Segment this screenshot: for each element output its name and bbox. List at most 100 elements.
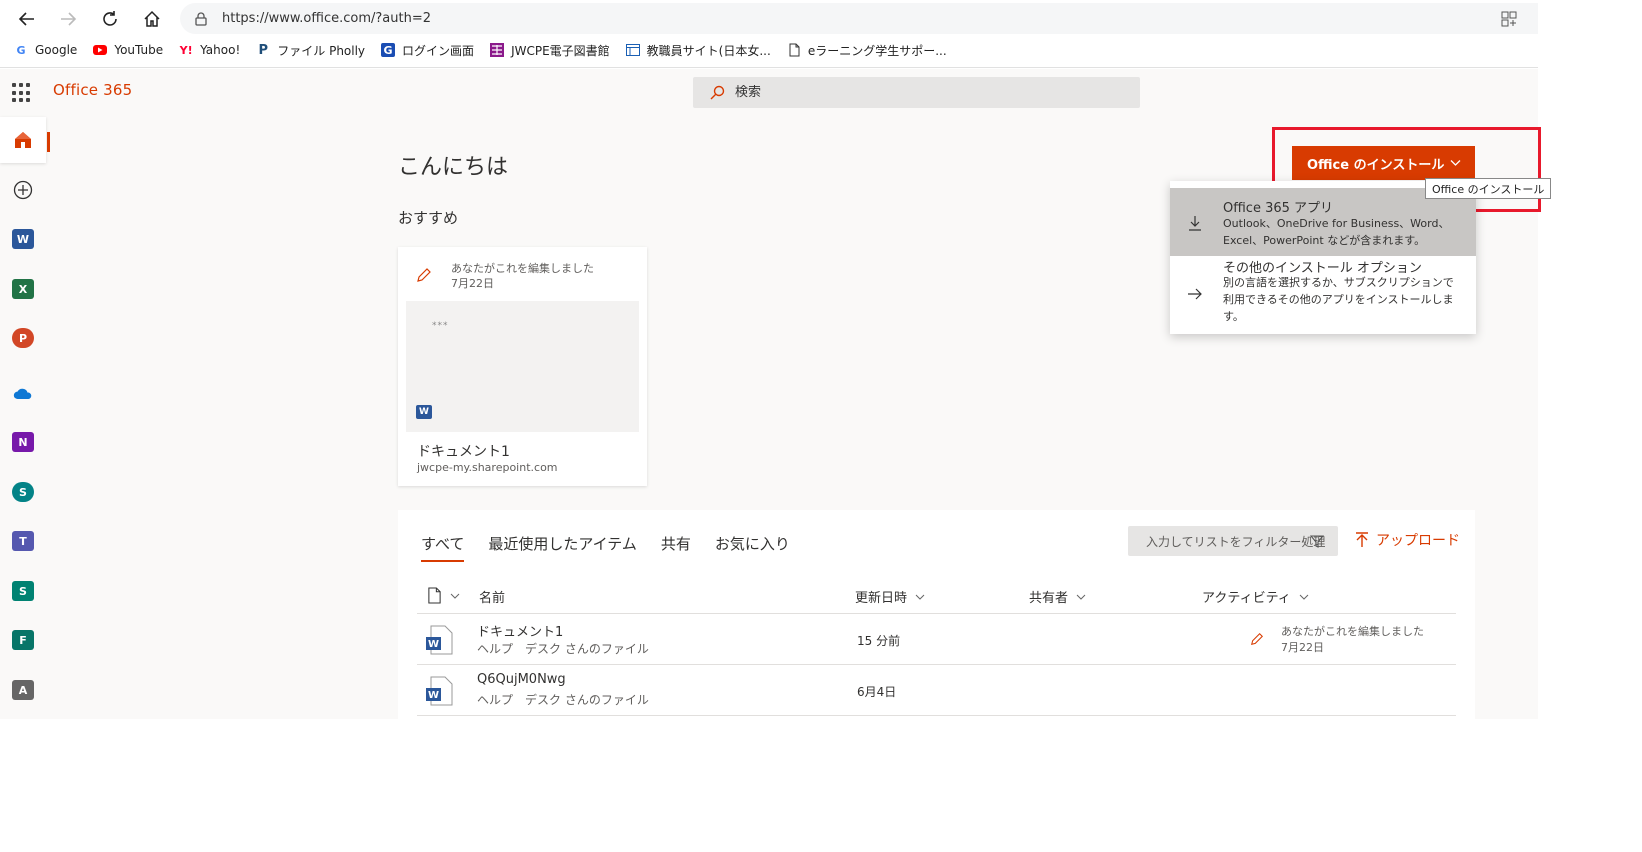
- rail-create[interactable]: [0, 167, 46, 213]
- tab-recent[interactable]: 最近使用したアイテム: [488, 533, 637, 562]
- file-type-icon: [428, 587, 441, 604]
- collections-icon[interactable]: [1500, 10, 1518, 28]
- back-arrow-icon: [18, 12, 34, 26]
- rail-forms[interactable]: F: [0, 617, 46, 663]
- file-tabs: すべて 最近使用したアイテム 共有 お気に入り: [421, 533, 814, 562]
- tab-shared[interactable]: 共有: [661, 533, 691, 562]
- file-owner: ヘルプ デスク さんのファイル: [477, 693, 649, 707]
- address-bar[interactable]: https://www.office.com/?auth=2: [180, 3, 1538, 34]
- onenote-icon: N: [12, 432, 34, 452]
- bookmark-staff-site[interactable]: 教職員サイト(日本女...: [625, 42, 771, 59]
- back-button[interactable]: [12, 6, 42, 32]
- table-row[interactable]: W Q6QujM0Nwg ヘルプ デスク さんのファイル 6月4日: [417, 665, 1456, 716]
- rail-sharepoint[interactable]: S: [0, 469, 46, 515]
- filter-input[interactable]: 入力してリストをフィルター処理: [1128, 526, 1338, 556]
- thumbnail-text: ***: [432, 321, 449, 331]
- recommended-card[interactable]: あなたがこれを編集しました 7月22日 *** W ドキュメント1 jwcpe-…: [398, 247, 647, 486]
- menu-item-title: Office 365 アプリ: [1223, 201, 1334, 216]
- search-icon: [710, 85, 725, 99]
- card-document-title[interactable]: ドキュメント1: [417, 441, 510, 461]
- bookmark-library[interactable]: JWCPE電子図書館: [490, 42, 610, 59]
- teams-icon: T: [12, 531, 34, 551]
- bookmarks-bar: G Google YouTube Y! Yahoo! P ファイル Pholly…: [0, 38, 963, 62]
- name-column[interactable]: 名前: [479, 587, 505, 606]
- shared-by-column[interactable]: 共有者: [1029, 587, 1086, 606]
- brand-title[interactable]: Office 365: [53, 81, 132, 99]
- page-icon: [787, 43, 801, 57]
- bookmark-google[interactable]: G Google: [14, 43, 77, 57]
- upload-icon: [1356, 532, 1368, 547]
- rail-excel[interactable]: X: [0, 266, 46, 312]
- rail-home[interactable]: [0, 117, 50, 163]
- rail-teams[interactable]: T: [0, 518, 46, 564]
- svg-text:W: W: [428, 690, 439, 701]
- bookmark-elearning[interactable]: eラーニング学生サポー...: [787, 42, 947, 59]
- file-activity: あなたがこれを編集しました: [1281, 625, 1424, 638]
- rail-sway[interactable]: S: [0, 568, 46, 614]
- app-launcher-icon[interactable]: [12, 83, 32, 103]
- table-row[interactable]: W ドキュメント1 ヘルプ デスク さんのファイル 15 分前 あなたがこれを編…: [417, 614, 1456, 665]
- url-text: https://www.office.com/?auth=2: [222, 11, 431, 26]
- forward-arrow-icon: [61, 12, 77, 26]
- menu-item-other-options[interactable]: その他のインストール オプション 別の言語を選択するか、サブスクリプションで利用…: [1170, 256, 1476, 332]
- tab-favorites[interactable]: お気に入り: [715, 533, 790, 562]
- menu-item-description: Outlook、OneDrive for Business、Word、Excel…: [1223, 217, 1450, 247]
- word-file-icon: W: [426, 625, 453, 655]
- word-mini-icon: W: [416, 405, 432, 419]
- file-type-column[interactable]: [427, 587, 460, 604]
- google-icon: G: [16, 43, 26, 57]
- chevron-down-icon: [915, 594, 925, 600]
- card-activity: あなたがこれを編集しました: [451, 262, 594, 275]
- file-table-header: 名前 更新日時 共有者 アクティビティ: [417, 583, 1456, 614]
- file-name[interactable]: Q6QujM0Nwg: [477, 672, 566, 687]
- reload-icon: [103, 11, 117, 26]
- file-modified: 15 分前: [857, 634, 901, 648]
- pencil-icon: [417, 268, 431, 282]
- tab-all[interactable]: すべて: [421, 533, 465, 562]
- browser-chrome: https://www.office.com/?auth=2 G Google …: [0, 0, 1538, 68]
- forms-icon: F: [12, 630, 34, 650]
- home-button[interactable]: [137, 6, 167, 32]
- rail-powerpoint[interactable]: P: [0, 315, 46, 361]
- reload-button[interactable]: [95, 6, 125, 32]
- sharepoint-icon: S: [12, 482, 34, 502]
- arrow-right-icon: [1188, 288, 1202, 300]
- staff-site-icon: [625, 43, 640, 57]
- rail-onenote[interactable]: N: [0, 419, 46, 465]
- plus-circle-icon: [13, 180, 33, 200]
- page-title: こんにちは: [398, 155, 509, 180]
- document-thumbnail[interactable]: *** W: [406, 301, 639, 432]
- admin-icon: A: [12, 680, 34, 700]
- card-activity-date: 7月22日: [451, 277, 494, 290]
- bookmark-youtube[interactable]: YouTube: [93, 43, 163, 57]
- home-outline-icon: [144, 10, 160, 27]
- word-icon: W: [12, 229, 34, 249]
- home-icon: [15, 132, 31, 148]
- youtube-icon: [93, 43, 108, 57]
- search-input[interactable]: [735, 85, 1095, 100]
- forward-button[interactable]: [53, 6, 83, 32]
- file-modified: 6月4日: [857, 685, 897, 699]
- files-panel: すべて 最近使用したアイテム 共有 お気に入り 入力してリストをフィルター処理 …: [398, 510, 1475, 719]
- excel-icon: X: [12, 279, 34, 299]
- bookmark-login[interactable]: G ログイン画面: [381, 42, 474, 59]
- upload-button[interactable]: アップロード: [1355, 530, 1460, 550]
- chevron-down-icon: [450, 593, 460, 599]
- card-document-site: jwcpe-my.sharepoint.com: [417, 461, 558, 474]
- svg-text:W: W: [428, 639, 439, 650]
- modified-column[interactable]: 更新日時: [855, 587, 925, 606]
- bookmark-yahoo[interactable]: Y! Yahoo!: [179, 43, 241, 57]
- rail-word[interactable]: W: [0, 216, 46, 262]
- download-icon: [1189, 216, 1201, 231]
- sway-icon: S: [12, 581, 34, 601]
- install-menu: Office 365 アプリ Outlook、OneDrive for Busi…: [1170, 181, 1476, 334]
- pholly-icon: P: [258, 42, 269, 58]
- rail-onedrive[interactable]: [0, 370, 46, 416]
- filter-placeholder: 入力してリストをフィルター処理: [1146, 534, 1326, 549]
- bookmark-pholly[interactable]: P ファイル Pholly: [256, 42, 366, 59]
- activity-column[interactable]: アクティビティ: [1202, 587, 1309, 606]
- file-name[interactable]: ドキュメント1: [477, 621, 563, 640]
- search-box[interactable]: [693, 77, 1140, 108]
- chevron-down-icon: [1076, 594, 1086, 600]
- rail-admin[interactable]: A: [0, 667, 46, 713]
